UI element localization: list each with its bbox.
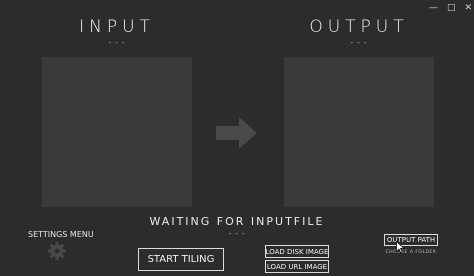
start-tiling-button[interactable]: START TILING bbox=[138, 248, 224, 271]
load-disk-image-button[interactable]: LOAD DISK IMAGE bbox=[265, 245, 329, 258]
gear-icon[interactable] bbox=[48, 242, 66, 264]
choose-folder-hint: CHOOSE A FOLDER bbox=[385, 250, 437, 255]
load-url-image-button[interactable]: LOAD URL IMAGE bbox=[265, 260, 329, 273]
maximize-button[interactable]: □ bbox=[447, 3, 456, 13]
input-image-panel[interactable] bbox=[42, 57, 192, 207]
output-subtitle: - - - bbox=[350, 39, 368, 47]
close-button[interactable]: ✕ bbox=[464, 3, 472, 13]
arrow-right-icon bbox=[216, 117, 257, 153]
status-text: WAITING FOR INPUTFILE bbox=[149, 215, 325, 228]
output-path-button[interactable]: OUTPUT PATH bbox=[384, 234, 438, 246]
output-image-panel[interactable] bbox=[284, 57, 434, 207]
input-title: INPUT bbox=[79, 17, 155, 37]
minimize-button[interactable]: — bbox=[429, 3, 438, 13]
mouse-cursor-icon bbox=[396, 239, 405, 258]
settings-menu-label: SETTINGS MENU bbox=[28, 230, 94, 239]
input-subtitle: - - - bbox=[108, 39, 126, 47]
output-title: OUTPUT bbox=[309, 17, 409, 37]
window-controls: — □ ✕ bbox=[404, 2, 472, 14]
